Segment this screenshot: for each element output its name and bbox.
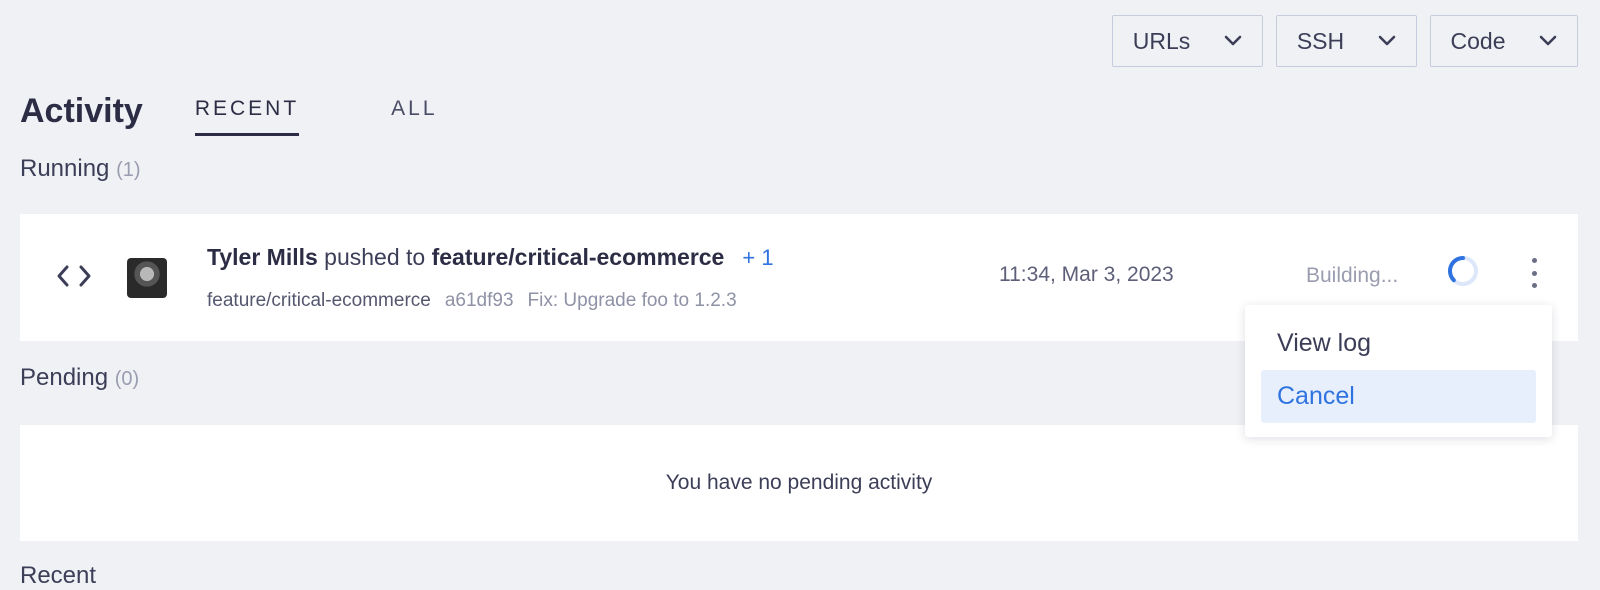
kebab-dot bbox=[1531, 283, 1537, 288]
activity-timestamp: 11:34, Mar 3, 2023 bbox=[999, 263, 1174, 286]
urls-dropdown-button[interactable]: URLs bbox=[1112, 15, 1263, 67]
menu-item-view-log[interactable]: View log bbox=[1261, 317, 1536, 370]
code-label: Code bbox=[1450, 27, 1506, 54]
pending-heading-label: Pending bbox=[20, 364, 109, 391]
menu-item-cancel[interactable]: Cancel bbox=[1261, 370, 1536, 423]
chevron-down-icon bbox=[1224, 32, 1242, 50]
recent-heading-label: Recent bbox=[20, 562, 97, 589]
branch-tag: feature/critical-ecommerce bbox=[207, 290, 431, 311]
code-dropdown-button[interactable]: Code bbox=[1430, 15, 1578, 67]
running-heading-label: Running bbox=[20, 155, 110, 182]
kebab-dot bbox=[1531, 258, 1537, 263]
pending-heading: Pending (0) bbox=[20, 364, 139, 392]
pending-card: You have no pending activity bbox=[20, 425, 1578, 541]
ssh-label: SSH bbox=[1296, 27, 1345, 54]
ssh-dropdown-button[interactable]: SSH bbox=[1276, 15, 1417, 67]
avatar bbox=[127, 258, 167, 298]
pending-count: (0) bbox=[114, 368, 140, 390]
activity-header: Activity RECENT ALL bbox=[20, 86, 530, 136]
kebab-dot bbox=[1531, 270, 1537, 276]
running-count: (1) bbox=[116, 159, 141, 181]
urls-label: URLs bbox=[1132, 27, 1191, 54]
page-title: Activity bbox=[20, 92, 143, 130]
activity-branch: feature/critical-ecommerce bbox=[431, 244, 725, 270]
toolbar: URLs SSH Code bbox=[1112, 15, 1578, 67]
activity-action: pushed to bbox=[324, 244, 426, 270]
activity-author: Tyler Mills bbox=[207, 244, 318, 270]
activity-tabs: RECENT ALL bbox=[194, 87, 530, 136]
commit-message: Fix: Upgrade foo to 1.2.3 bbox=[527, 290, 737, 311]
running-heading: Running (1) bbox=[20, 155, 141, 183]
tab-all[interactable]: ALL bbox=[391, 87, 437, 136]
activity-details: feature/critical-ecommerce a61df93 Fix: … bbox=[207, 290, 737, 312]
activity-context-menu: View log Cancel bbox=[1245, 305, 1552, 437]
more-vertical-icon[interactable] bbox=[1528, 258, 1540, 288]
commit-hash: a61df93 bbox=[444, 290, 514, 311]
more-commits-link[interactable]: + 1 bbox=[742, 245, 773, 271]
activity-summary: Tyler Mills pushed to feature/critical-e… bbox=[207, 244, 774, 271]
spinner-icon bbox=[1446, 254, 1480, 288]
tab-recent[interactable]: RECENT bbox=[194, 87, 300, 136]
chevron-down-icon bbox=[1539, 32, 1557, 50]
chevron-down-icon bbox=[1378, 32, 1396, 50]
pending-empty-message: You have no pending activity bbox=[665, 471, 933, 494]
code-icon bbox=[56, 263, 92, 289]
recent-heading: Recent bbox=[20, 562, 96, 590]
status-text: Building... bbox=[1306, 264, 1399, 287]
